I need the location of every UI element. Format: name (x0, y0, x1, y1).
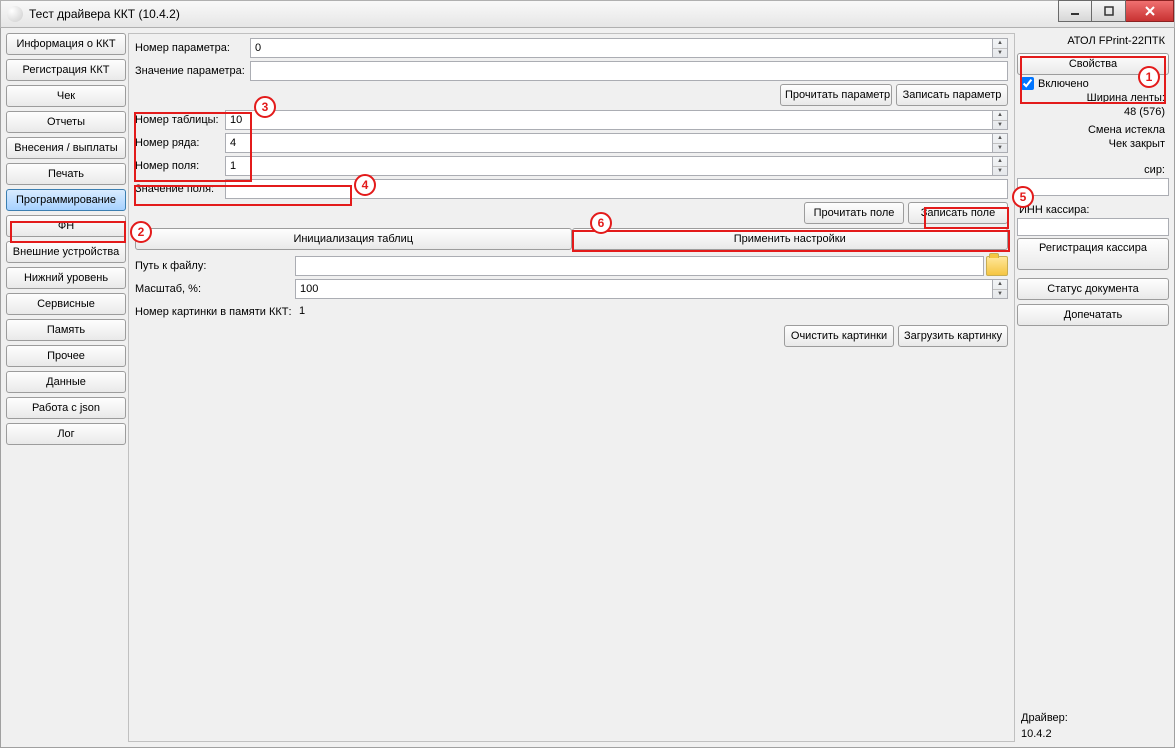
write-param-button[interactable]: Записать параметр (896, 84, 1008, 106)
badge-3: 3 (254, 96, 276, 118)
apply-settings-button[interactable]: Применить настройки (572, 228, 1009, 250)
app-icon (7, 6, 23, 22)
file-path-label: Путь к файлу: (135, 260, 295, 272)
row-number-input[interactable]: 4 (225, 133, 993, 153)
badge-4: 4 (354, 174, 376, 196)
field-number-spinner[interactable]: ▲▼ (993, 156, 1008, 176)
enabled-checkbox[interactable] (1021, 77, 1034, 90)
image-number-value: 1 (295, 302, 1008, 322)
driver-label: Драйвер: (1017, 710, 1169, 726)
scale-input[interactable]: 100 (295, 279, 993, 299)
file-path-input[interactable] (295, 256, 984, 276)
param-value-input[interactable] (250, 61, 1008, 81)
minimize-button[interactable] (1058, 0, 1092, 22)
sidebar-item-other[interactable]: Прочее (6, 345, 126, 367)
badge-2: 2 (130, 221, 152, 243)
param-value-label: Значение параметра: (135, 65, 250, 77)
enabled-label: Включено (1038, 78, 1089, 90)
badge-5: 5 (1012, 186, 1034, 208)
shift-status: Смена истекла (1017, 124, 1169, 136)
tape-width-value: 48 (576) (1017, 106, 1169, 118)
field-number-label: Номер поля: (135, 160, 225, 172)
field-number-input[interactable]: 1 (225, 156, 993, 176)
read-param-button[interactable]: Прочитать параметр (780, 84, 892, 106)
reprint-button[interactable]: Допечатать (1017, 304, 1169, 326)
field-value-label: Значение поля: (135, 183, 225, 195)
param-number-input[interactable]: 0 (250, 38, 993, 58)
sidebar-item-fn[interactable]: ФН (6, 215, 126, 237)
sidebar-item-memory[interactable]: Память (6, 319, 126, 341)
sidebar-item-info[interactable]: Информация о ККТ (6, 33, 126, 55)
check-status: Чек закрыт (1017, 138, 1169, 150)
sidebar-item-json[interactable]: Работа с json (6, 397, 126, 419)
driver-version: 10.4.2 (1017, 726, 1169, 742)
cashier-inn-label: ИНН кассира: (1017, 198, 1169, 218)
read-field-button[interactable]: Прочитать поле (804, 202, 904, 224)
sidebar-item-service[interactable]: Сервисные (6, 293, 126, 315)
row-number-label: Номер ряда: (135, 137, 225, 149)
sidebar-item-registration[interactable]: Регистрация ККТ (6, 59, 126, 81)
badge-1: 1 (1138, 66, 1160, 88)
sidebar-item-print[interactable]: Печать (6, 163, 126, 185)
scale-spinner[interactable]: ▲▼ (993, 279, 1008, 299)
right-panel: АТОЛ FPrint-22ПТК Свойства Включено Шири… (1017, 33, 1169, 742)
sidebar: Информация о ККТ Регистрация ККТ Чек Отч… (6, 33, 126, 742)
table-number-input[interactable]: 10 (225, 110, 993, 130)
write-field-button[interactable]: Записать поле (908, 202, 1008, 224)
sidebar-item-payments[interactable]: Внесения / выплаты (6, 137, 126, 159)
main-panel: Номер параметра: 0 ▲▼ Значение параметра… (128, 33, 1015, 742)
param-number-spinner[interactable]: ▲▼ (993, 38, 1008, 58)
sidebar-item-log[interactable]: Лог (6, 423, 126, 445)
param-number-label: Номер параметра: (135, 42, 250, 54)
init-tables-button[interactable]: Инициализация таблиц (135, 228, 572, 250)
scale-label: Масштаб, %: (135, 283, 295, 295)
window-title: Тест драйвера ККТ (10.4.2) (29, 7, 180, 21)
clear-images-button[interactable]: Очистить картинки (784, 325, 894, 347)
close-button[interactable] (1126, 0, 1174, 22)
table-number-label: Номер таблицы: (135, 114, 225, 126)
doc-status-button[interactable]: Статус документа (1017, 278, 1169, 300)
badge-6: 6 (590, 212, 612, 234)
sidebar-item-check[interactable]: Чек (6, 85, 126, 107)
cashier-input[interactable] (1017, 178, 1169, 196)
load-image-button[interactable]: Загрузить картинку (898, 325, 1008, 347)
field-value-input[interactable] (225, 179, 1008, 199)
cashier-label: сир: (1017, 158, 1169, 178)
table-number-spinner[interactable]: ▲▼ (993, 110, 1008, 130)
tape-width-label: Ширина ленты: (1017, 92, 1169, 104)
image-number-label: Номер картинки в памяти ККТ: (135, 306, 295, 318)
cashier-inn-input[interactable] (1017, 218, 1169, 236)
maximize-button[interactable] (1092, 0, 1126, 22)
sidebar-item-programming[interactable]: Программирование (6, 189, 126, 211)
window-titlebar: Тест драйвера ККТ (10.4.2) (0, 0, 1175, 28)
register-cashier-button[interactable]: Регистрация кассира (1017, 238, 1169, 270)
browse-folder-icon[interactable] (986, 256, 1008, 276)
sidebar-item-external[interactable]: Внешние устройства (6, 241, 126, 263)
sidebar-item-lowlevel[interactable]: Нижний уровень (6, 267, 126, 289)
row-number-spinner[interactable]: ▲▼ (993, 133, 1008, 153)
sidebar-item-reports[interactable]: Отчеты (6, 111, 126, 133)
sidebar-item-data[interactable]: Данные (6, 371, 126, 393)
device-name: АТОЛ FPrint-22ПТК (1017, 33, 1169, 53)
